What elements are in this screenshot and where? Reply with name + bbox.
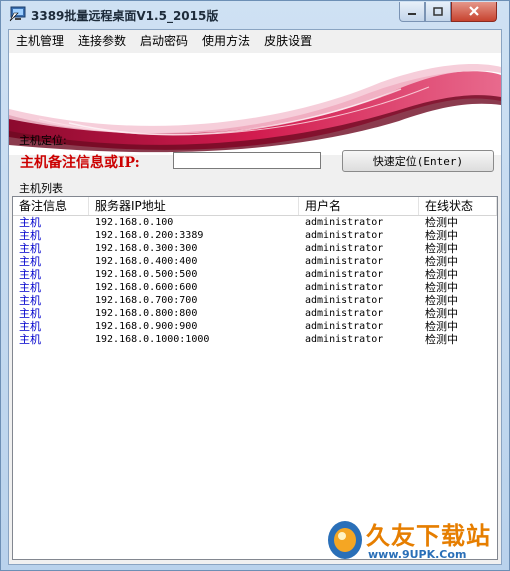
row-note: 主机 <box>19 333 41 346</box>
row-status: 检测中 <box>425 229 458 242</box>
client-area: 主机管理 连接参数 启动密码 使用方法 皮肤设置 主机定位: 主机备注信息或IP… <box>8 29 502 565</box>
row-status: 检测中 <box>425 333 458 346</box>
row-username: administrator <box>305 243 384 254</box>
host-list[interactable]: 备注信息 服务器IP地址 用户名 在线状态 主机 192.168.0.100 adm… <box>12 196 498 560</box>
row-ip: 192.168.0.600:600 <box>95 282 198 293</box>
row-username: administrator <box>305 321 384 332</box>
row-status: 检测中 <box>425 242 458 255</box>
row-note: 主机 <box>19 242 41 255</box>
remote-desktop-icon <box>9 5 27 23</box>
maximize-icon <box>433 2 443 21</box>
table-row[interactable]: 主机 192.168.0.600:600 administrator 检测中 <box>13 281 497 294</box>
row-note: 主机 <box>19 294 41 307</box>
row-username: administrator <box>305 282 384 293</box>
host-list-caption: 主机列表 <box>19 182 63 195</box>
menu-host-management[interactable]: 主机管理 <box>9 30 71 52</box>
app-window: 3389批量远程桌面V1.5_2015版 主机管理 连接参数 启动密码 使用方法… <box>0 0 510 571</box>
title-bar[interactable]: 3389批量远程桌面V1.5_2015版 <box>1 1 509 29</box>
table-row[interactable]: 主机 192.168.0.400:400 administrator 检测中 <box>13 255 497 268</box>
row-status: 检测中 <box>425 281 458 294</box>
row-ip: 192.168.0.400:400 <box>95 256 198 267</box>
row-status: 检测中 <box>425 255 458 268</box>
minimize-icon <box>407 2 417 21</box>
quick-locate-button[interactable]: 快速定位(Enter) <box>342 150 494 172</box>
row-note: 主机 <box>19 320 41 333</box>
row-ip: 192.168.0.500:500 <box>95 269 198 280</box>
row-ip: 192.168.0.700:700 <box>95 295 198 306</box>
row-ip: 192.168.0.900:900 <box>95 321 198 332</box>
banner-image <box>9 53 501 155</box>
row-username: administrator <box>305 308 384 319</box>
row-note: 主机 <box>19 268 41 281</box>
table-row[interactable]: 主机 192.168.0.300:300 administrator 检测中 <box>13 242 497 255</box>
table-row[interactable]: 主机 192.168.0.800:800 administrator 检测中 <box>13 307 497 320</box>
row-status: 检测中 <box>425 320 458 333</box>
table-row[interactable]: 主机 192.168.0.1000:1000 administrator 检测中 <box>13 333 497 346</box>
minimize-button[interactable] <box>399 2 425 22</box>
row-username: administrator <box>305 217 384 228</box>
table-row[interactable]: 主机 192.168.0.700:700 administrator 检测中 <box>13 294 497 307</box>
row-ip: 192.168.0.800:800 <box>95 308 198 319</box>
row-ip: 192.168.0.300:300 <box>95 243 198 254</box>
menu-usage[interactable]: 使用方法 <box>195 30 257 52</box>
row-ip: 192.168.0.200:3389 <box>95 230 204 241</box>
row-username: administrator <box>305 295 384 306</box>
menu-bar: 主机管理 连接参数 启动密码 使用方法 皮肤设置 <box>9 30 501 52</box>
window-title: 3389批量远程桌面V1.5_2015版 <box>31 9 219 23</box>
column-header-note[interactable]: 备注信息 <box>13 197 89 215</box>
column-header-status[interactable]: 在线状态 <box>419 197 497 215</box>
table-row[interactable]: 主机 192.168.0.200:3389 administrator 检测中 <box>13 229 497 242</box>
menu-skin-settings[interactable]: 皮肤设置 <box>257 30 319 52</box>
row-status: 检测中 <box>425 216 458 229</box>
row-note: 主机 <box>19 255 41 268</box>
row-note: 主机 <box>19 229 41 242</box>
row-status: 检测中 <box>425 294 458 307</box>
search-label: 主机备注信息或IP: <box>20 155 140 171</box>
column-header-ip[interactable]: 服务器IP地址 <box>89 197 299 215</box>
close-button[interactable] <box>451 2 497 22</box>
row-status: 检测中 <box>425 268 458 281</box>
host-list-body: 主机 192.168.0.100 administrator 检测中 主机 192.168… <box>13 216 497 346</box>
table-row[interactable]: 主机 192.168.0.100 administrator 检测中 <box>13 216 497 229</box>
row-note: 主机 <box>19 281 41 294</box>
row-ip: 192.168.0.1000:1000 <box>95 334 210 345</box>
row-username: administrator <box>305 269 384 280</box>
row-ip: 192.168.0.100 <box>95 217 174 228</box>
row-status: 检测中 <box>425 307 458 320</box>
table-row[interactable]: 主机 192.168.0.900:900 administrator 检测中 <box>13 320 497 333</box>
row-note: 主机 <box>19 307 41 320</box>
watermark-logo: 久友下载站 www.9UPK.Com <box>326 516 504 566</box>
row-note: 主机 <box>19 216 41 229</box>
row-username: administrator <box>305 256 384 267</box>
menu-connection-params[interactable]: 连接参数 <box>71 30 133 52</box>
maximize-button[interactable] <box>425 2 451 22</box>
search-input[interactable] <box>173 152 321 169</box>
watermark-url: www.9UPK.Com <box>368 548 467 561</box>
host-list-header: 备注信息 服务器IP地址 用户名 在线状态 <box>13 197 497 216</box>
close-icon <box>468 2 480 21</box>
menu-startup-password[interactable]: 启动密码 <box>133 30 195 52</box>
row-username: administrator <box>305 334 384 345</box>
watermark-name: 久友下载站 <box>366 521 491 550</box>
locate-section-label: 主机定位: <box>19 134 67 147</box>
row-username: administrator <box>305 230 384 241</box>
table-row[interactable]: 主机 192.168.0.500:500 administrator 检测中 <box>13 268 497 281</box>
column-header-username[interactable]: 用户名 <box>299 197 419 215</box>
